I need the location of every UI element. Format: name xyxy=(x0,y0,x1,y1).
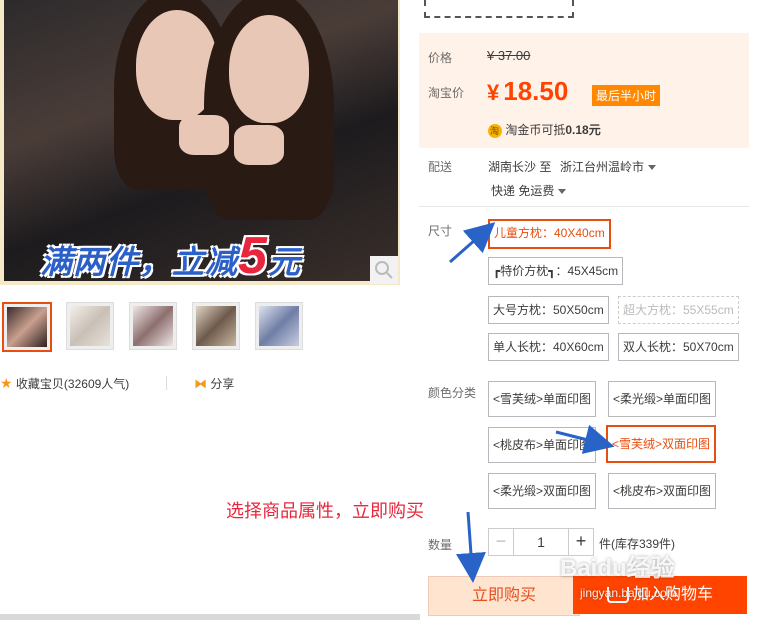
arrow-to-size xyxy=(449,222,496,264)
annotation-arrows xyxy=(449,222,615,583)
arrow-to-color xyxy=(555,424,615,454)
arrow-to-buy xyxy=(455,511,486,583)
